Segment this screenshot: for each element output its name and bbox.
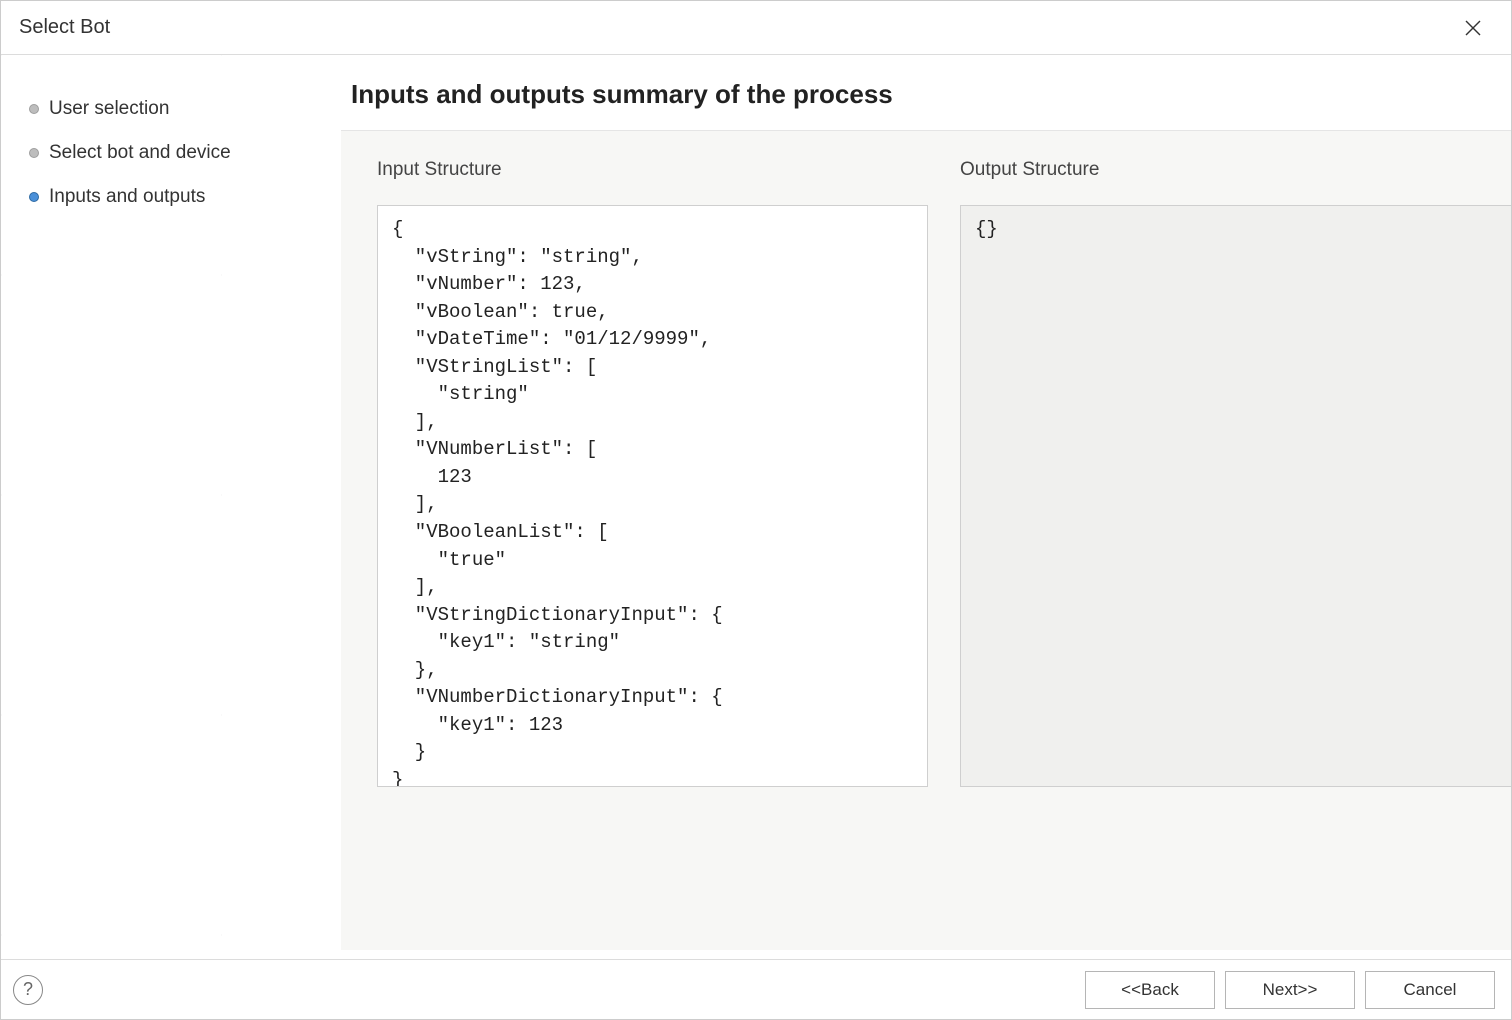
output-structure-box[interactable]: {} (960, 205, 1511, 787)
content-panel: Input Structure { "vString": "string", "… (341, 130, 1511, 950)
wizard-step-label: Select bot and device (49, 142, 231, 164)
input-structure-label: Input Structure (377, 159, 928, 181)
back-button[interactable]: <<Back (1085, 971, 1215, 1009)
columns: Input Structure { "vString": "string", "… (377, 159, 1511, 950)
wizard-step-select-bot-and-device[interactable]: Select bot and device (29, 131, 323, 175)
wizard-step-label: Inputs and outputs (49, 186, 205, 208)
wizard-steps-list: User selection Select bot and device Inp… (29, 87, 323, 219)
wizard-step-label: User selection (49, 98, 169, 120)
dialog-body: User selection Select bot and device Inp… (1, 55, 1511, 959)
output-structure-label: Output Structure (960, 159, 1511, 181)
next-button[interactable]: Next>> (1225, 971, 1355, 1009)
window-title: Select Bot (19, 16, 110, 39)
dialog-window: Select Bot User selection Select bot and… (0, 0, 1512, 1020)
cancel-button[interactable]: Cancel (1365, 971, 1495, 1009)
help-icon: ? (23, 979, 33, 1000)
input-structure-box[interactable]: { "vString": "string", "vNumber": 123, "… (377, 205, 928, 787)
main-content: Inputs and outputs summary of the proces… (341, 55, 1511, 959)
wizard-step-inputs-and-outputs[interactable]: Inputs and outputs (29, 175, 323, 219)
step-bullet-icon (29, 192, 39, 202)
titlebar: Select Bot (1, 1, 1511, 55)
input-structure-column: Input Structure { "vString": "string", "… (377, 159, 928, 950)
step-bullet-icon (29, 104, 39, 114)
close-button[interactable] (1453, 8, 1493, 48)
close-icon (1465, 20, 1481, 36)
wizard-sidebar: User selection Select bot and device Inp… (1, 55, 341, 959)
output-structure-column: Output Structure {} (960, 159, 1511, 950)
step-bullet-icon (29, 148, 39, 158)
help-button[interactable]: ? (13, 975, 43, 1005)
dialog-footer: ? <<Back Next>> Cancel (1, 959, 1511, 1019)
footer-buttons: <<Back Next>> Cancel (1085, 971, 1495, 1009)
page-heading: Inputs and outputs summary of the proces… (351, 79, 1511, 130)
wizard-step-user-selection[interactable]: User selection (29, 87, 323, 131)
